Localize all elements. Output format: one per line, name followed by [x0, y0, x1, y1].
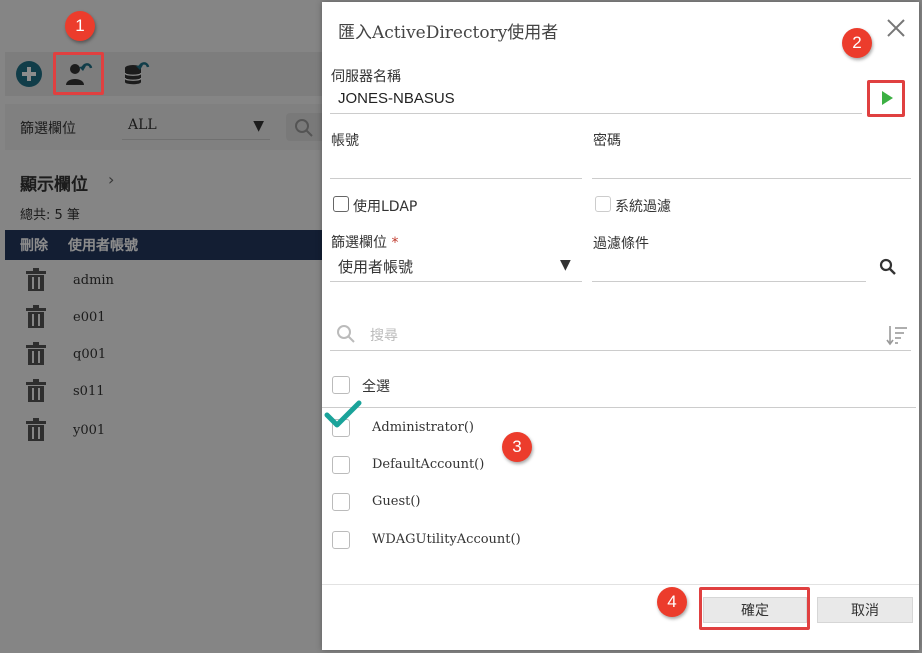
system-filter-checkbox[interactable]	[595, 196, 611, 212]
filter-field-underline	[330, 281, 582, 282]
account-item[interactable]: Administrator()	[372, 420, 474, 435]
step-badge-3: 3	[502, 432, 532, 462]
step-badge-1: 1	[65, 11, 95, 41]
server-name-input[interactable]: JONES-NBASUS	[338, 90, 455, 107]
account-input[interactable]	[330, 178, 582, 179]
import-ad-dialog: 匯入ActiveDirectory使用者 伺服器名稱 JONES-NBASUS …	[322, 2, 919, 650]
password-label: 密碼	[593, 133, 621, 149]
step-badge-2: 2	[842, 28, 872, 58]
account-item[interactable]: DefaultAccount()	[372, 457, 484, 472]
list-divider	[322, 407, 916, 408]
select-all-checkbox[interactable]	[332, 376, 350, 394]
dialog-title: 匯入ActiveDirectory使用者	[338, 23, 559, 43]
step-badge-4: 4	[657, 587, 687, 617]
select-all-label: 全選	[362, 379, 390, 395]
search-icon	[337, 325, 355, 343]
highlight-import-icon	[53, 52, 104, 95]
list-search-input[interactable]: 搜尋	[370, 325, 398, 345]
filter-condition-label: 過濾條件	[593, 236, 649, 252]
search-icon[interactable]	[879, 258, 897, 276]
cancel-button[interactable]: 取消	[817, 597, 913, 623]
required-asterisk: *	[391, 235, 399, 251]
account-item[interactable]: WDAGUtilityAccount()	[372, 532, 521, 547]
use-ldap-checkbox[interactable]	[333, 196, 349, 212]
account-checkbox[interactable]	[332, 456, 350, 474]
caret-down-icon[interactable]: ▼	[560, 257, 571, 273]
server-name-label: 伺服器名稱	[331, 69, 401, 85]
filter-field-label-text: 篩選欄位	[331, 235, 387, 251]
account-label: 帳號	[331, 133, 359, 149]
server-underline	[330, 113, 862, 114]
sort-icon[interactable]	[885, 323, 909, 347]
account-checkbox[interactable]	[332, 493, 350, 511]
account-checkbox[interactable]	[332, 531, 350, 549]
system-filter-label: 系統過濾	[615, 199, 671, 215]
checkmark-icon	[324, 400, 362, 428]
account-item[interactable]: Guest()	[372, 494, 421, 509]
highlight-confirm-button	[699, 587, 810, 630]
filter-field-label: 篩選欄位 *	[331, 232, 398, 252]
footer-divider	[322, 584, 919, 585]
close-icon[interactable]	[885, 17, 907, 39]
use-ldap-label: 使用LDAP	[353, 199, 418, 215]
filter-condition-input[interactable]	[592, 281, 866, 282]
list-search-underline	[330, 350, 911, 351]
password-input[interactable]	[592, 178, 911, 179]
filter-field-select[interactable]: 使用者帳號	[338, 256, 413, 277]
highlight-connect-button	[867, 80, 905, 117]
